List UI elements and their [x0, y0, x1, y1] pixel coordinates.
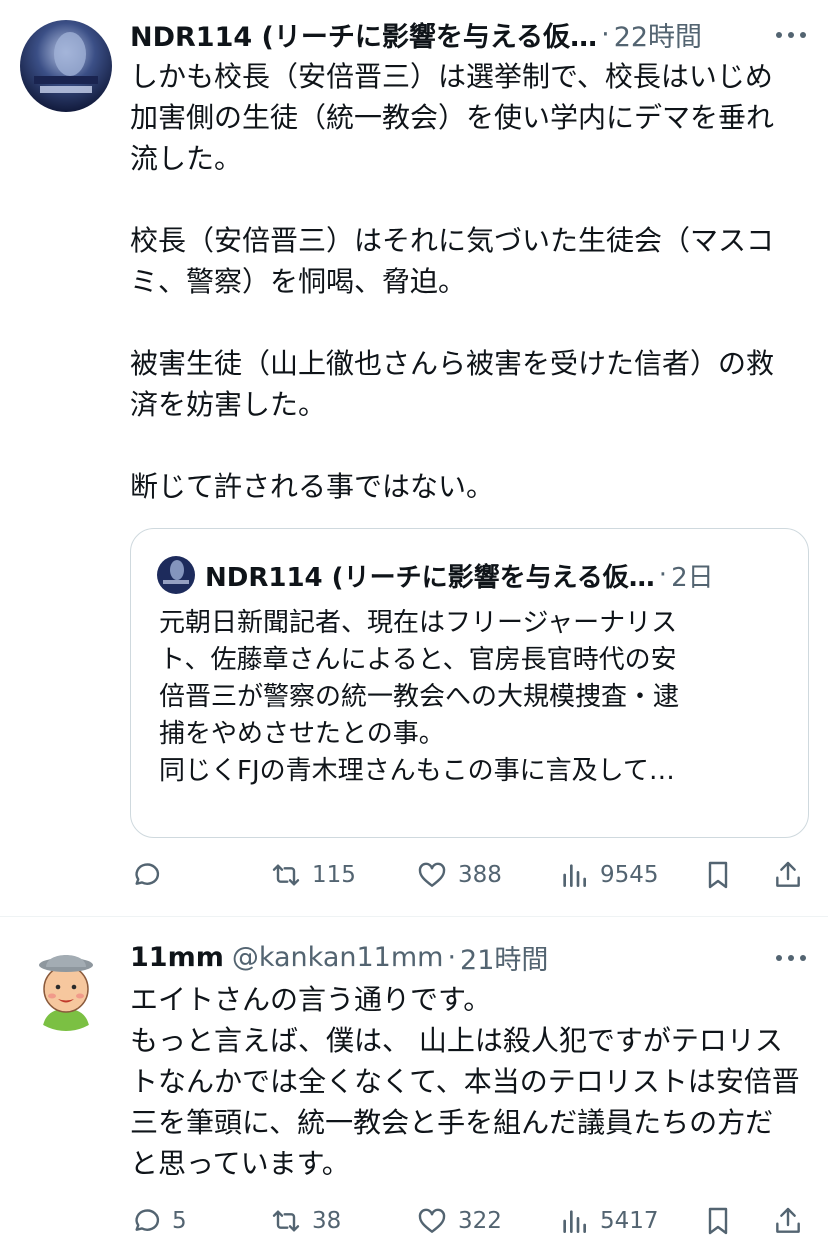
tweet-header: NDR114 (リーチに影響を与える仮… · 22時間 [130, 14, 748, 54]
share-button[interactable] [772, 1199, 804, 1243]
timestamp[interactable]: 22時間 [614, 15, 702, 54]
tweet-paragraph: 被害生徒（山上徹也さんら被害を受けた信者）の救済を妨害した。 [130, 347, 775, 421]
tweet-paragraph [130, 179, 800, 220]
quoted-display-name: NDR114 (リーチに影響を与える仮… [205, 562, 655, 593]
bookmark-icon [708, 861, 728, 889]
views-button[interactable]: 9545 [558, 853, 659, 897]
user-handle[interactable]: @kankan11mm [232, 942, 444, 973]
quoted-text-line: 元朝日新聞記者、現在はフリージャーナリス [159, 608, 678, 638]
tweet-paragraph: エイトさんの言う通りです。 [130, 983, 492, 1016]
retweet-button[interactable]: 38 [270, 1199, 341, 1243]
separator-dot: · [447, 941, 457, 973]
quoted-text-line: ト、佐藤章さんによると、官房長官時代の安 [159, 645, 677, 675]
quoted-text-line: 同じくFJの青木理さんもこの事に言及して… [159, 756, 675, 786]
reply-button[interactable] [130, 853, 172, 897]
like-icon [418, 1208, 446, 1233]
view-count: 9545 [600, 862, 659, 888]
views-button[interactable]: 5417 [558, 1199, 659, 1243]
bookmark-button[interactable] [702, 853, 734, 897]
like-icon [418, 862, 446, 887]
tweet-paragraph [130, 425, 800, 466]
quoted-text-line: 捕をやめさせたとの事。 [159, 719, 445, 749]
retweet-count: 115 [312, 862, 356, 888]
tweet-text: エイトさんの言う通りです。 もっと言えば、僕は、 山上は殺人犯ですがテロリストな… [130, 979, 800, 1184]
views-icon [563, 864, 586, 887]
quoted-tweet-header: NDR114 (リーチに影響を与える仮… · 2日 [157, 555, 778, 595]
reply-button[interactable]: 5 [130, 1199, 187, 1243]
retweet-button[interactable]: 115 [270, 853, 356, 897]
share-button[interactable] [772, 853, 804, 897]
more-icon[interactable] [776, 953, 806, 963]
bookmark-icon [708, 1207, 728, 1235]
quoted-text-line: 倍晋三が警察の統一教会への大規模捜査・逮 [159, 682, 680, 712]
like-count: 322 [458, 1208, 502, 1234]
retweet-count: 38 [312, 1208, 342, 1234]
retweet-icon [272, 1210, 300, 1232]
avatar[interactable] [20, 939, 112, 1031]
display-name[interactable]: NDR114 (リーチに影響を与える仮… [130, 15, 597, 54]
quoted-tweet[interactable]: NDR114 (リーチに影響を与える仮… · 2日 元朝日新聞記者、現在はフリー… [130, 528, 809, 838]
display-name[interactable]: 11mm [130, 942, 224, 973]
quoted-tweet-text: 元朝日新聞記者、現在はフリージャーナリス ト、佐藤章さんによると、官房長官時代の… [159, 605, 779, 790]
action-bar: 5 38 322 5417 [130, 1199, 810, 1243]
tweet-header: 11mm @kankan11mm · 21時間 [130, 937, 748, 977]
tweet-paragraph [130, 302, 800, 343]
tweet-paragraph: 校長（安倍晋三）はそれに気づいた生徒会（マスコミ、警察）を恫喝、脅迫。 [130, 224, 775, 298]
reply-count: 5 [172, 1208, 187, 1234]
tweet-paragraph: しかも校長（安倍晋三）は選挙制で、校長はいじめ加害側の生徒（統一教会）を使い学内… [130, 60, 775, 175]
timestamp[interactable]: 21時間 [460, 938, 548, 977]
like-button[interactable]: 322 [416, 1199, 502, 1243]
like-button[interactable]: 388 [416, 853, 502, 897]
action-bar: 115 388 9545 [130, 853, 810, 897]
retweet-icon [272, 864, 300, 886]
avatar[interactable] [20, 20, 112, 112]
quoted-avatar [157, 556, 195, 594]
separator-dot: · [658, 560, 668, 590]
tweet[interactable]: 11mm @kankan11mm · 21時間 エイトさんの言う通りです。 もっ… [0, 917, 828, 1258]
tweet-paragraph: もっと言えば、僕は、 山上は殺人犯ですがテロリストなんかでは全くなくて、本当のテ… [130, 1024, 800, 1180]
bookmark-button[interactable] [702, 1199, 734, 1243]
tweet-text: しかも校長（安倍晋三）は選挙制で、校長はいじめ加害側の生徒（統一教会）を使い学内… [130, 56, 800, 507]
quoted-timestamp: 2日 [671, 562, 714, 593]
view-count: 5417 [600, 1208, 659, 1234]
reply-icon [135, 1209, 160, 1231]
share-icon [776, 861, 800, 887]
tweet[interactable]: NDR114 (リーチに影響を与える仮… · 22時間 しかも校長（安倍晋三）は… [0, 0, 828, 916]
reply-icon [135, 863, 160, 885]
like-count: 388 [458, 862, 502, 888]
views-icon [563, 1210, 586, 1233]
separator-dot: · [601, 18, 610, 50]
tweet-paragraph: 断じて許される事ではない。 [130, 470, 495, 503]
share-icon [776, 1207, 800, 1233]
more-icon[interactable] [776, 30, 806, 40]
